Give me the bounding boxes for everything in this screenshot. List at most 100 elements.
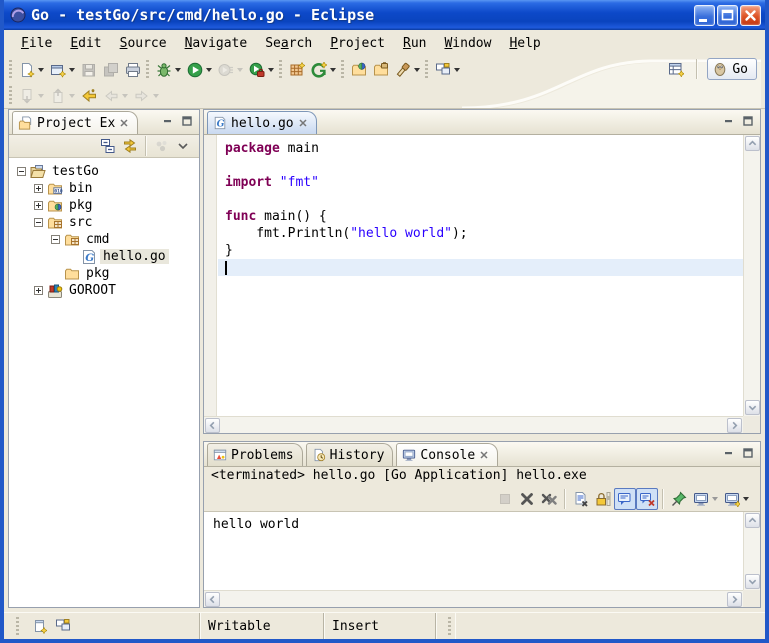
menu-edit[interactable]: Edit — [61, 34, 110, 53]
minimize-view-button[interactable] — [721, 446, 737, 460]
tree-item-pkg[interactable]: pkg — [9, 265, 199, 282]
show-stderr-button[interactable] — [636, 488, 658, 510]
code-line[interactable] — [218, 259, 743, 276]
menu-source[interactable]: Source — [111, 34, 176, 53]
close-icon[interactable] — [479, 450, 489, 460]
expander-plus-icon[interactable] — [34, 201, 43, 210]
code-line[interactable]: func main() { — [218, 208, 743, 225]
menu-project[interactable]: Project — [321, 34, 394, 53]
toolbar-grip[interactable] — [341, 60, 344, 80]
tree-item-src[interactable]: src — [9, 214, 199, 231]
code-line[interactable] — [218, 157, 743, 174]
remove-launch-button[interactable] — [516, 488, 538, 510]
editor-horizontal-scrollbar[interactable] — [204, 416, 743, 433]
scroll-up-icon[interactable] — [745, 513, 760, 528]
toolbar-grip[interactable] — [425, 60, 428, 80]
pin-console-button[interactable] — [668, 488, 690, 510]
open-resource-button[interactable] — [370, 59, 392, 81]
collapse-all-button[interactable] — [97, 135, 119, 157]
toolbar-grip[interactable] — [146, 60, 149, 80]
new-element-button[interactable] — [47, 59, 78, 81]
close-icon[interactable] — [298, 118, 308, 128]
console-output-area[interactable]: hello world — [204, 512, 760, 607]
dropdown-arrow-icon[interactable] — [69, 68, 75, 72]
tab-hello-go[interactable]: G hello.go — [207, 111, 317, 134]
code-editor[interactable]: package main import "fmt" func main() { fm… — [204, 135, 760, 433]
toolbar-grip[interactable] — [9, 86, 12, 106]
dropdown-arrow-icon[interactable] — [38, 94, 44, 98]
code-line[interactable]: } — [218, 242, 743, 259]
console-output[interactable]: hello world — [204, 512, 760, 532]
dropdown-arrow-icon[interactable] — [122, 94, 128, 98]
maximize-view-button[interactable] — [179, 114, 195, 128]
new-project-button[interactable] — [286, 59, 308, 81]
close-button[interactable] — [740, 5, 761, 26]
menu-file[interactable]: File — [12, 34, 61, 53]
menu-help[interactable]: Help — [500, 34, 549, 53]
expander-minus-icon[interactable] — [17, 167, 26, 176]
dropdown-arrow-icon[interactable] — [153, 94, 159, 98]
tree-item-testGo[interactable]: testGo — [9, 163, 199, 180]
console-vertical-scrollbar[interactable] — [743, 512, 760, 590]
tab-console[interactable]: Console — [396, 443, 498, 466]
scroll-lock-button[interactable] — [592, 488, 614, 510]
show-stdout-button[interactable] — [614, 488, 636, 510]
minimize-view-button[interactable] — [160, 114, 176, 128]
editor-vertical-scrollbar[interactable] — [743, 135, 760, 416]
code-line[interactable]: import "fmt" — [218, 174, 743, 191]
fast-view-icon[interactable] — [31, 618, 47, 634]
toolbar-grip[interactable] — [279, 60, 282, 80]
remove-all-launches-button[interactable] — [538, 488, 560, 510]
link-with-editor-button[interactable] — [119, 135, 141, 157]
clear-console-button[interactable] — [570, 488, 592, 510]
expander-plus-icon[interactable] — [34, 286, 43, 295]
console-horizontal-scrollbar[interactable] — [204, 590, 743, 607]
dropdown-arrow-icon[interactable] — [175, 68, 181, 72]
tree-item-GOROOT[interactable]: GOROOT — [9, 282, 199, 299]
dropdown-arrow-icon[interactable] — [743, 497, 749, 501]
dropdown-arrow-icon[interactable] — [414, 68, 420, 72]
horizontal-sash[interactable] — [203, 434, 761, 441]
search-button[interactable] — [392, 59, 423, 81]
new-go-element-button[interactable] — [308, 59, 339, 81]
dropdown-arrow-icon[interactable] — [69, 94, 75, 98]
open-type-button[interactable] — [348, 59, 370, 81]
menu-window[interactable]: Window — [435, 34, 500, 53]
scroll-down-icon[interactable] — [745, 574, 760, 589]
expander-plus-icon[interactable] — [34, 184, 43, 193]
dropdown-arrow-icon[interactable] — [454, 68, 460, 72]
minimize-button[interactable] — [694, 5, 715, 26]
code-line[interactable]: fmt.Println("hello world"); — [218, 225, 743, 242]
last-edit-location-button[interactable] — [78, 85, 100, 107]
run-button[interactable] — [184, 59, 215, 81]
go-perspective-button[interactable]: Go — [707, 58, 757, 80]
scroll-right-icon[interactable] — [727, 418, 742, 433]
open-console-button[interactable] — [721, 488, 752, 510]
menu-run[interactable]: Run — [394, 34, 435, 53]
code-line[interactable] — [218, 191, 743, 208]
dropdown-arrow-icon[interactable] — [237, 68, 243, 72]
scroll-right-icon[interactable] — [727, 592, 742, 607]
menu-navigate[interactable]: Navigate — [176, 34, 257, 53]
scroll-left-icon[interactable] — [205, 592, 220, 607]
close-icon[interactable] — [119, 118, 129, 128]
switch-editor-icon[interactable] — [55, 618, 71, 634]
maximize-view-button[interactable] — [740, 446, 756, 460]
dropdown-arrow-icon[interactable] — [330, 68, 336, 72]
scroll-up-icon[interactable] — [745, 136, 760, 151]
scroll-down-icon[interactable] — [745, 400, 760, 415]
print-button[interactable] — [122, 59, 144, 81]
tab-history[interactable]: History — [306, 443, 394, 466]
new-button[interactable] — [16, 59, 47, 81]
code-line[interactable]: package main — [218, 140, 743, 157]
expander-minus-icon[interactable] — [34, 218, 43, 227]
dropdown-arrow-icon[interactable] — [712, 497, 718, 501]
minimize-editor-button[interactable] — [721, 114, 737, 128]
dropdown-arrow-icon[interactable] — [206, 68, 212, 72]
menu-search[interactable]: Search — [256, 34, 321, 53]
maximize-button[interactable] — [717, 5, 738, 26]
dropdown-arrow-icon[interactable] — [268, 68, 274, 72]
tree-item-hello.go[interactable]: Ghello.go — [9, 248, 199, 265]
dropdown-arrow-icon[interactable] — [38, 68, 44, 72]
tab-problems[interactable]: Problems — [207, 443, 303, 466]
